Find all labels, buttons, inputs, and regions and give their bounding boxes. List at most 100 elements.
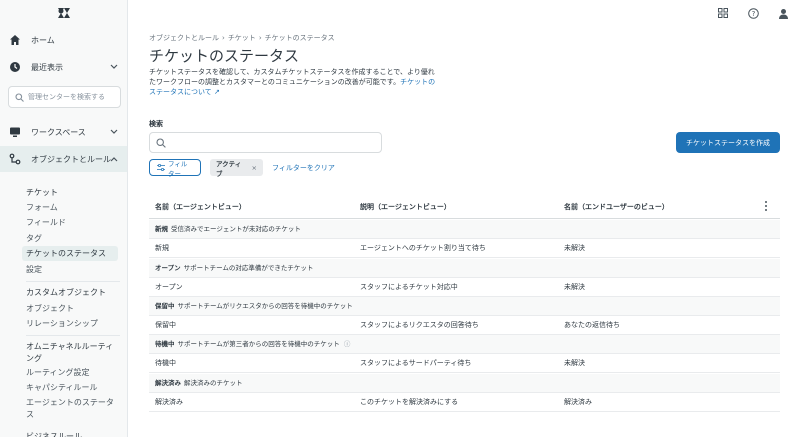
sidebar-item-relationships[interactable]: リレーションシップ: [26, 316, 118, 331]
cell-enduser-name: 未解決: [564, 244, 585, 252]
sidebar-group-tickets[interactable]: チケット: [26, 185, 118, 200]
sidebar: ホーム 最近表示 管理センターを検索する ワークスペース オブジェクトとルール …: [0, 0, 128, 437]
clock-icon: [9, 61, 21, 73]
table-row[interactable]: 新規 エージェントへのチケット割り当て待ち 未解決: [149, 239, 780, 258]
group-desc: 解決済みのチケット: [184, 379, 243, 387]
group-name: 解決済み: [155, 379, 181, 387]
sidebar-item-objects-rules[interactable]: オブジェクトとルール: [0, 146, 127, 172]
sidebar-group-omnichannel[interactable]: オムニチャネルルーティング: [26, 341, 118, 365]
breadcrumb: オブジェクトとルール › チケット › チケットのステータス: [149, 34, 335, 42]
sidebar-divider: [26, 335, 120, 336]
cell-agent-desc: このチケットを解決済みにする: [360, 398, 459, 406]
top-toolbar: ?: [700, 0, 800, 26]
cell-agent-name: 待機中: [155, 359, 176, 367]
group-name: オープン: [155, 264, 181, 272]
sidebar-item-ticket-statuses[interactable]: チケットのステータス: [22, 246, 118, 261]
svg-text:?: ?: [751, 10, 755, 18]
chevron-down-icon: [110, 128, 118, 137]
info-icon[interactable]: ⓘ: [344, 340, 351, 348]
sidebar-item-objects[interactable]: オブジェクト: [26, 301, 118, 316]
group-desc: サポートチームがリクエスタからの回答を待機中のチケット: [177, 302, 353, 310]
filter-icon: [157, 164, 165, 171]
group-header-solved: 解決済み 解決済みのチケット: [149, 374, 780, 393]
breadcrumb-item[interactable]: チケット: [228, 34, 256, 42]
cell-agent-name: 保留中: [155, 321, 176, 329]
help-icon[interactable]: ?: [747, 7, 759, 19]
filter-button[interactable]: フィルター: [149, 159, 201, 178]
cell-agent-desc: スタッフによるリクエスタの回答待ち: [360, 321, 479, 329]
sidebar-item-workspaces[interactable]: ワークスペース: [0, 119, 127, 145]
clear-filters-link[interactable]: フィルターをクリア: [272, 163, 335, 173]
cell-agent-name: 新規: [155, 244, 169, 252]
zendesk-logo-icon[interactable]: [57, 6, 71, 20]
sidebar-item-label: ワークスペース: [31, 127, 86, 137]
group-desc: サポートチームの対応準備ができたチケット: [183, 264, 314, 272]
external-link-icon: ↗: [211, 88, 220, 96]
cell-enduser-name: 解決済み: [564, 398, 592, 406]
breadcrumb-item[interactable]: オブジェクトとルール: [149, 34, 219, 42]
group-header-pending: 保留中 サポートチームがリクエスタからの回答を待機中のチケット: [149, 297, 780, 316]
cell-enduser-name: 未解決: [564, 359, 585, 367]
sidebar-search-input[interactable]: 管理センターを検索する: [8, 86, 121, 108]
sidebar-item-settings[interactable]: 設定: [26, 262, 118, 277]
group-header-on-hold: 待機中 サポートチームが第三者からの回答を待機中のチケット ⓘ: [149, 335, 780, 354]
more-options-icon[interactable]: [764, 200, 768, 214]
cell-agent-desc: スタッフによるサードパーティ待ち: [360, 359, 472, 367]
sidebar-item-fields[interactable]: フィールド: [26, 215, 118, 230]
search-icon: [156, 138, 166, 148]
monitor-icon: [9, 126, 21, 138]
sidebar-item-capacity-rules[interactable]: キャパシティルール: [26, 380, 118, 395]
cell-agent-name: 解決済み: [155, 398, 183, 406]
sidebar-item-agent-statuses[interactable]: エージェントのステータス: [26, 397, 118, 421]
table-row[interactable]: 保留中 スタッフによるリクエスタの回答待ち あなたの返信待ち: [149, 316, 780, 335]
column-header-agent-name[interactable]: 名前（エージェントビュー）: [155, 195, 246, 219]
chevron-down-icon: [110, 63, 118, 72]
cell-enduser-name: あなたの返信待ち: [564, 321, 620, 329]
sidebar-group-business-rules[interactable]: ビジネスルール: [26, 429, 118, 437]
search-icon: [15, 92, 24, 102]
table-header-divider: [149, 218, 780, 219]
page-description: チケットステータスを確認して、カスタムチケットステータスを作成することで、より優…: [149, 67, 441, 97]
table-row[interactable]: オープン スタッフによるチケット対応中 未解決: [149, 278, 780, 297]
group-name: 待機中: [155, 340, 175, 348]
home-icon: [9, 34, 21, 46]
sidebar-item-routing-config[interactable]: ルーティング設定: [26, 365, 118, 380]
cell-agent-desc: エージェントへのチケット割り当て待ち: [360, 244, 486, 252]
column-header-agent-desc[interactable]: 説明（エージェントビュー）: [360, 195, 451, 219]
tag-label: アクティブ: [216, 159, 242, 178]
sidebar-divider: [26, 281, 120, 282]
sidebar-item-label: オブジェクトとルール: [31, 154, 111, 164]
cell-enduser-name: 未解決: [564, 283, 585, 291]
sidebar-item-forms[interactable]: フォーム: [26, 200, 118, 215]
search-input[interactable]: [149, 132, 382, 153]
cell-agent-name: オープン: [155, 283, 183, 291]
description-text: チケットステータスを確認して、カスタムチケットステータスを作成することで、より優…: [149, 68, 435, 86]
group-name: 新規: [155, 225, 168, 233]
breadcrumb-item: チケットのステータス: [264, 34, 335, 42]
cell-agent-desc: スタッフによるチケット対応中: [360, 283, 458, 291]
objects-icon: [9, 153, 21, 165]
sidebar-item-recent[interactable]: 最近表示: [0, 54, 127, 80]
search-label: 検索: [149, 120, 163, 128]
group-desc: サポートチームが第三者からの回答を待機中のチケット: [177, 340, 340, 348]
column-header-enduser-name[interactable]: 名前（エンドユーザーのビュー）: [564, 195, 669, 219]
filter-button-label: フィルター: [168, 159, 188, 178]
active-filter-tag: アクティブ ×: [210, 159, 263, 178]
sidebar-group-custom-objects[interactable]: カスタムオブジェクト: [26, 285, 118, 300]
sidebar-item-label: 最近表示: [31, 62, 63, 72]
sidebar-search-placeholder: 管理センターを検索する: [28, 93, 105, 101]
sidebar-item-home[interactable]: ホーム: [0, 27, 127, 53]
sidebar-item-label: ホーム: [31, 35, 55, 45]
chevron-up-icon: [110, 155, 118, 164]
sidebar-item-tags[interactable]: タグ: [26, 231, 118, 246]
user-avatar-icon[interactable]: [777, 7, 789, 19]
close-icon[interactable]: ×: [252, 164, 257, 172]
page-title: チケットのステータス: [149, 47, 300, 65]
table-row[interactable]: 待機中 スタッフによるサードパーティ待ち 未解決: [149, 354, 780, 373]
product-tray-icon[interactable]: [717, 7, 729, 19]
group-header-new: 新規 受信済みでエージェントが未対応のチケット: [149, 220, 780, 239]
create-ticket-status-button[interactable]: チケットステータスを作成: [676, 132, 780, 153]
table-row[interactable]: 解決済み このチケットを解決済みにする 解決済み: [149, 393, 780, 412]
group-desc: 受信済みでエージェントが未対応のチケット: [171, 225, 301, 233]
group-header-open: オープン サポートチームの対応準備ができたチケット: [149, 259, 780, 278]
